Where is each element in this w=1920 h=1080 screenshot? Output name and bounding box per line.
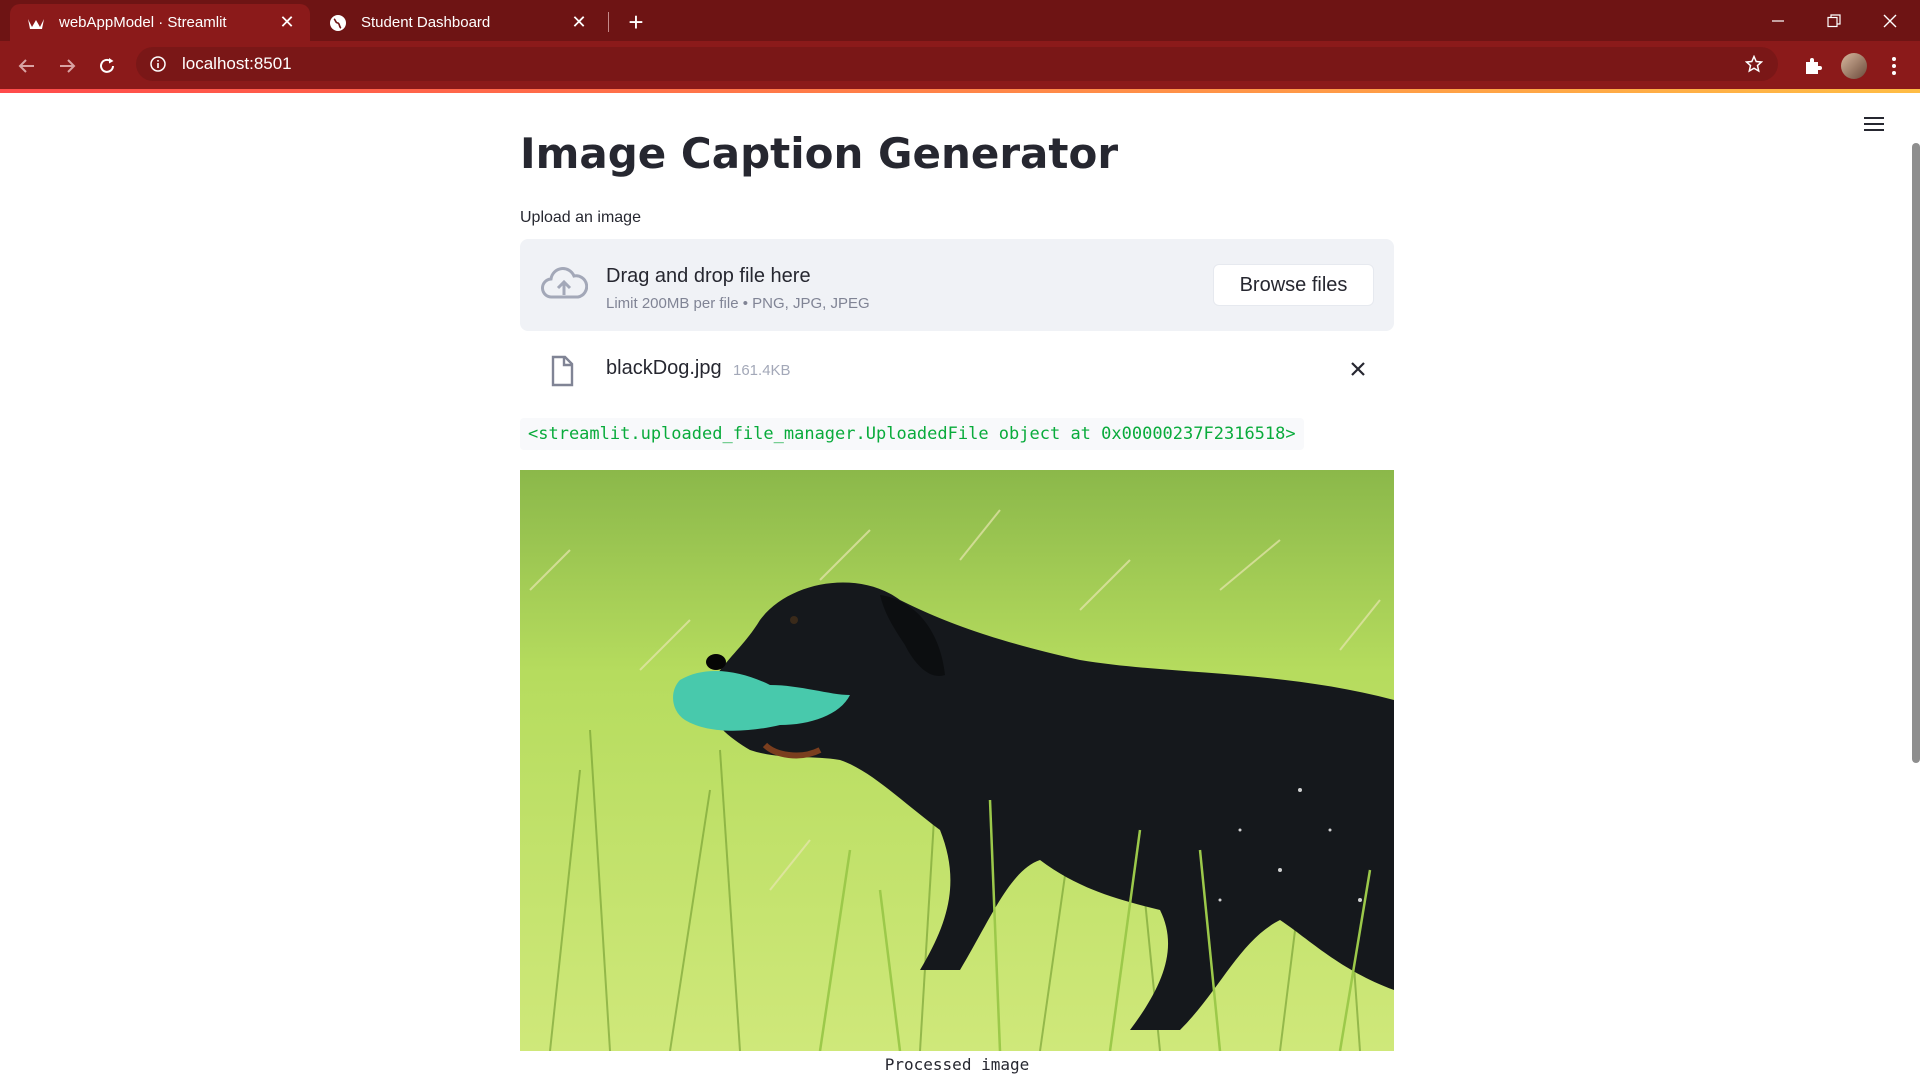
tab-student-dashboard[interactable]: Student Dashboard ✕: [312, 4, 602, 41]
browser-toolbar: localhost:8501: [0, 41, 1920, 89]
close-window-icon[interactable]: [1862, 0, 1918, 41]
browse-files-button[interactable]: Browse files: [1213, 264, 1374, 306]
dropzone-limits: Limit 200MB per file • PNG, JPG, JPEG: [606, 295, 870, 312]
tab-webappmodel[interactable]: webAppModel · Streamlit ✕: [10, 4, 310, 41]
remove-file-icon[interactable]: [1344, 355, 1372, 383]
close-tab-icon[interactable]: ✕: [568, 12, 590, 34]
minimize-icon[interactable]: [1750, 0, 1806, 41]
close-tab-icon[interactable]: ✕: [276, 12, 298, 34]
uploaded-file-size: 161.4KB: [733, 362, 791, 379]
streamlit-icon: [27, 14, 45, 32]
uploaded-file-repr: <streamlit.uploaded_file_manager.Uploade…: [520, 418, 1304, 450]
tab-divider: [608, 12, 609, 32]
forward-icon[interactable]: [51, 50, 83, 82]
browser-tab-strip: webAppModel · Streamlit ✕ Student Dashbo…: [0, 0, 1920, 41]
url-text: localhost:8501: [182, 54, 292, 73]
extensions-icon[interactable]: [1801, 54, 1825, 78]
new-tab-icon[interactable]: +: [622, 7, 650, 37]
file-dropzone[interactable]: Drag and drop file here Limit 200MB per …: [520, 239, 1394, 331]
cloud-upload-icon: [541, 267, 588, 299]
address-bar[interactable]: localhost:8501: [136, 47, 1778, 81]
image-caption: Processed image: [884, 1055, 1030, 1074]
hamburger-menu-icon[interactable]: [1862, 113, 1886, 137]
restore-icon[interactable]: [1806, 0, 1862, 41]
uploaded-file-row: blackDog.jpg 161.4KB: [520, 345, 1394, 393]
tab-title: webAppModel · Streamlit: [59, 14, 227, 31]
scrollbar[interactable]: [1912, 143, 1920, 763]
site-info-icon[interactable]: [148, 54, 168, 74]
file-icon: [551, 355, 574, 387]
app-viewport: Image Caption Generator Upload an image …: [0, 93, 1920, 1080]
avatar: [1841, 53, 1867, 79]
uploader-label: Upload an image: [520, 209, 641, 226]
dropzone-title: Drag and drop file here: [606, 265, 811, 287]
uploaded-file-name: blackDog.jpg: [606, 357, 722, 379]
black-dog-photo: [520, 470, 1394, 1051]
profile-avatar[interactable]: [1840, 52, 1868, 80]
reload-icon[interactable]: [91, 50, 123, 82]
page-title: Image Caption Generator: [520, 129, 1119, 178]
menu-kebab-icon[interactable]: [1882, 54, 1906, 78]
processed-image: [520, 470, 1394, 1051]
bookmark-star-icon[interactable]: [1744, 54, 1764, 74]
back-icon[interactable]: [11, 50, 43, 82]
globe-icon: [329, 14, 347, 32]
tab-title: Student Dashboard: [361, 14, 491, 31]
